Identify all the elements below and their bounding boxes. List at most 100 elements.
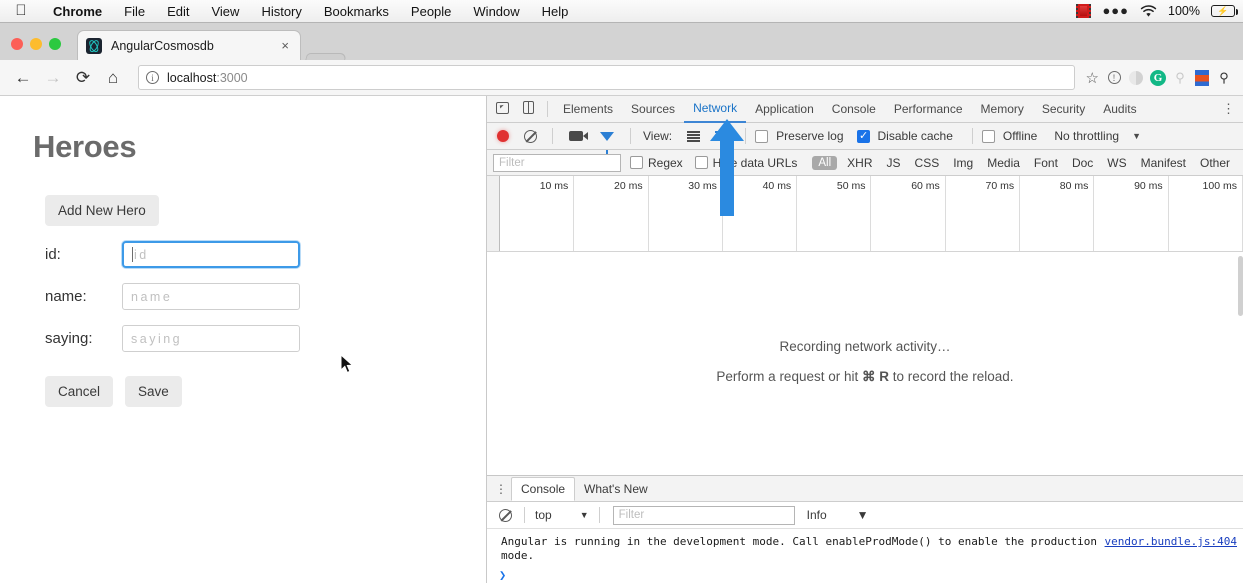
clear-icon[interactable] [524, 130, 537, 143]
menu-item-edit[interactable]: Edit [156, 4, 200, 19]
filter-type-img[interactable]: Img [946, 156, 980, 170]
menu-item-bookmarks[interactable]: Bookmarks [313, 4, 400, 19]
filter-type-manifest[interactable]: Manifest [1134, 156, 1193, 170]
name-input[interactable]: name [122, 283, 300, 310]
more-menu-icon[interactable]: ●●● [1102, 7, 1129, 15]
menu-item-people[interactable]: People [400, 4, 462, 19]
console-filter-input[interactable]: Filter [613, 506, 795, 525]
extension-grammarly-icon[interactable]: G [1147, 70, 1169, 86]
add-new-hero-button[interactable]: Add New Hero [45, 195, 159, 226]
browser-tab[interactable]: AngularCosmosdb × [78, 31, 300, 60]
tab-application[interactable]: Application [746, 97, 823, 122]
filter-type-doc[interactable]: Doc [1065, 156, 1100, 170]
disable-cache-checkbox[interactable] [857, 130, 870, 143]
toolbar-divider-2 [552, 128, 553, 144]
screen-recording-icon[interactable] [1076, 4, 1091, 18]
regex-label[interactable]: Regex [648, 156, 683, 170]
drawer-tab-console[interactable]: Console [511, 477, 575, 501]
network-timeline-ruler[interactable]: 10 ms 20 ms 30 ms 40 ms 50 ms 60 ms 70 m… [487, 176, 1243, 252]
forward-icon[interactable]: → [38, 69, 68, 86]
tab-memory[interactable]: Memory [972, 97, 1033, 122]
saying-input[interactable]: saying [122, 325, 300, 352]
menu-item-history[interactable]: History [250, 4, 312, 19]
inspect-element-icon[interactable] [489, 102, 515, 117]
toolbar-divider-4 [745, 128, 746, 144]
preserve-log-label[interactable]: Preserve log [776, 129, 843, 143]
close-tab-icon[interactable]: × [278, 39, 292, 52]
preserve-log-checkbox[interactable] [755, 130, 768, 143]
tab-console[interactable]: Console [823, 97, 885, 122]
filter-type-all[interactable]: All [812, 156, 837, 170]
offline-checkbox[interactable] [982, 130, 995, 143]
filter-type-js[interactable]: JS [880, 156, 908, 170]
console-message-source-link[interactable]: vendor.bundle.js:404 [1105, 535, 1237, 549]
cancel-button[interactable]: Cancel [45, 376, 113, 407]
charging-bolt-icon: ⚡ [1217, 7, 1228, 16]
toolbar-divider-3 [630, 128, 631, 144]
menu-item-window[interactable]: Window [462, 4, 530, 19]
save-button[interactable]: Save [125, 376, 182, 407]
tab-sources[interactable]: Sources [622, 97, 684, 122]
apple-logo-icon[interactable]:  [0, 3, 42, 20]
site-info-icon[interactable]: i [146, 71, 159, 84]
url-host: localhost [167, 71, 216, 85]
menu-item-chrome[interactable]: Chrome [42, 4, 113, 19]
home-icon[interactable]: ⌂ [98, 69, 128, 86]
menu-item-help[interactable]: Help [531, 4, 580, 19]
console-level-select[interactable]: Info ▼ [807, 508, 869, 522]
extension-info-circle-icon[interactable]: ! [1103, 71, 1125, 84]
bookmark-star-icon[interactable]: ☆ [1082, 69, 1103, 87]
more-vertical-icon[interactable]: ⋮ [1214, 106, 1243, 112]
timeline-overview-handle[interactable] [487, 176, 500, 251]
network-filter-input[interactable]: Filter [493, 154, 621, 172]
address-bar[interactable]: i localhost:3000 [138, 65, 1075, 90]
throttling-select[interactable]: No throttling [1054, 129, 1119, 143]
tab-performance[interactable]: Performance [885, 97, 972, 122]
network-scrollbar[interactable] [1238, 256, 1243, 316]
clear-console-icon[interactable] [499, 509, 512, 522]
drawer-more-icon[interactable]: ⋮ [491, 486, 511, 492]
battery-icon[interactable]: ⚡ [1211, 5, 1235, 17]
form-row-name: name: name [45, 283, 486, 310]
extension-wrench-icon[interactable]: ⚲ [1213, 70, 1235, 86]
list-view-icon[interactable] [687, 131, 700, 142]
minimize-window-button[interactable] [30, 38, 42, 50]
device-toolbar-icon[interactable] [515, 101, 541, 117]
id-input[interactable]: id [122, 241, 300, 268]
tab-elements[interactable]: Elements [554, 97, 622, 122]
funnel-filter-icon[interactable] [600, 132, 614, 141]
id-field-label: id: [45, 246, 122, 263]
filter-type-font[interactable]: Font [1027, 156, 1065, 170]
camera-icon[interactable] [569, 131, 583, 141]
console-prompt[interactable]: ❯ [487, 564, 1243, 582]
drawer-tab-whats-new[interactable]: What's New [575, 478, 657, 500]
close-window-button[interactable] [11, 38, 23, 50]
filter-type-xhr[interactable]: XHR [840, 156, 879, 170]
timeline-tick: 60 ms [871, 176, 945, 251]
maximize-window-button[interactable] [49, 38, 61, 50]
tab-audits[interactable]: Audits [1094, 97, 1145, 122]
extension-half-circle-icon[interactable] [1125, 71, 1147, 85]
reload-icon[interactable]: ⟳ [68, 69, 98, 86]
filter-type-media[interactable]: Media [980, 156, 1027, 170]
disable-cache-label[interactable]: Disable cache [878, 129, 953, 143]
filter-type-ws[interactable]: WS [1100, 156, 1133, 170]
filter-type-other[interactable]: Other [1193, 156, 1237, 170]
wifi-icon[interactable] [1140, 5, 1157, 18]
offline-label[interactable]: Offline [1003, 129, 1037, 143]
record-icon[interactable] [497, 130, 509, 142]
tab-security[interactable]: Security [1033, 97, 1094, 122]
name-input-placeholder: name [131, 290, 172, 304]
back-icon[interactable]: ← [8, 69, 38, 86]
hide-data-urls-checkbox[interactable] [695, 156, 708, 169]
extension-tree-icon[interactable]: ⚲ [1169, 70, 1191, 86]
filter-type-css[interactable]: CSS [908, 156, 947, 170]
console-context-select[interactable]: top ▼ [531, 508, 593, 522]
timeline-tick: 100 ms [1169, 176, 1243, 251]
regex-checkbox[interactable] [630, 156, 643, 169]
throttling-caret-icon[interactable]: ▼ [1132, 131, 1237, 141]
menu-item-file[interactable]: File [113, 4, 156, 19]
menu-item-view[interactable]: View [200, 4, 250, 19]
recording-hint-text: Perform a request or hit ⌘ R to record t… [716, 369, 1013, 385]
extension-pillar-icon[interactable] [1191, 70, 1213, 86]
